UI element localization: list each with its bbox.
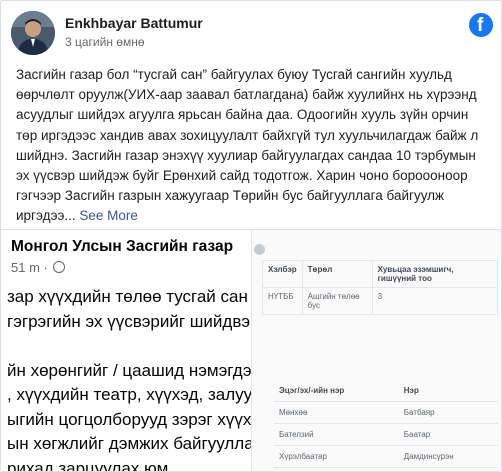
table-header: Төрөл — [301, 260, 373, 288]
shared-images[interactable]: Монгол Улсын Засгийн газар 51 m · зар хү… — [1, 229, 501, 472]
table-cell: НҮТББ — [262, 287, 303, 315]
table-cell: Мөнхөө — [274, 401, 399, 424]
shared-text-line: , хүүхдийн театр, хүүхэд, залуучу — [7, 385, 261, 404]
facebook-logo-icon: f — [469, 13, 493, 37]
shared-post-text: зар хүүхдийн төлөө тусгай сан б гэгрэгий… — [7, 285, 261, 472]
author-avatar[interactable] — [11, 11, 55, 55]
table-cell: Бателзий — [274, 423, 399, 446]
table-header: Хувьцаа эзэмшигч, гишүүний тоо — [371, 260, 499, 288]
table-cell: Дамдинсүрэн — [398, 445, 498, 468]
table-cell: Батбаяр — [398, 401, 498, 424]
registry-document-screenshot: Хэлбэр Төрөл Хувьцаа эзэмшигч, гишүүний … — [251, 230, 501, 471]
globe-icon — [53, 261, 66, 273]
table-header: Эцэг/эх/-ийн нэр — [274, 380, 399, 402]
facebook-post-card: Enkhbayar Battumur 3 цагийн өмнө f Засги… — [0, 0, 502, 472]
post-timestamp[interactable]: 3 цагийн өмнө — [65, 35, 145, 49]
table-cell: Баатар — [398, 423, 498, 446]
table-cell: Ашгийн төлөө бус — [301, 287, 373, 315]
avatar-photo — [11, 11, 55, 55]
shared-text-line: ын хөгжлийг дэмжих байгууллагу — [7, 434, 261, 453]
shared-text-line: ыгийн цогцолборууд зэрэг хүүхэд — [7, 409, 261, 429]
shared-text-line: рихад зарцуулах юм. — [7, 458, 173, 472]
post-header: Enkhbayar Battumur 3 цагийн өмнө f — [11, 11, 493, 55]
shared-post-screenshot: Монгол Улсын Засгийн газар 51 m · зар хү… — [1, 230, 261, 472]
table-row: Мөнхөө Батбаяр — [274, 401, 498, 424]
post-text: Засгийн газар бол “тусгай сан” байгуулах… — [16, 67, 479, 224]
table-cell: 3 — [371, 287, 499, 315]
shared-text-line: йн хөрөнгийг / цаашид нэмэгдэх — [7, 360, 260, 380]
see-more-link[interactable]: See More — [79, 208, 138, 223]
post-body: Засгийн газар бол “тусгай сан” байгуулах… — [16, 65, 490, 227]
table-cell: Хүрэлбаатар — [274, 445, 399, 468]
table-header: Хэлбэр — [262, 260, 303, 288]
shared-page-name: Монгол Улсын Засгийн газар — [11, 238, 234, 255]
table-row: Хүрэлбаатар Дамдинсүрэн — [274, 445, 498, 468]
organization-info-table: Хэлбэр Төрөл Хувьцаа эзэмшигч, гишүүний … — [262, 260, 499, 315]
table-header: Нэр — [398, 380, 498, 402]
shared-post-time: 51 m · — [11, 260, 66, 275]
shared-text-line — [7, 334, 261, 359]
table-row: НҮТББ Ашгийн төлөө бус 3 — [262, 287, 499, 315]
author-name[interactable]: Enkhbayar Battumur — [65, 15, 203, 31]
members-table: Эцэг/эх/-ийн нэр Нэр Мөнхөө Батбаяр Бате… — [274, 380, 498, 468]
shared-text-line: гэгрэгийн эх үүсвэрийг шийдвэр — [7, 311, 260, 331]
image-divider-dot — [254, 244, 265, 255]
table-row: Бателзий Баатар — [274, 423, 498, 446]
shared-text-line: зар хүүхдийн төлөө тусгай сан б — [7, 287, 261, 306]
